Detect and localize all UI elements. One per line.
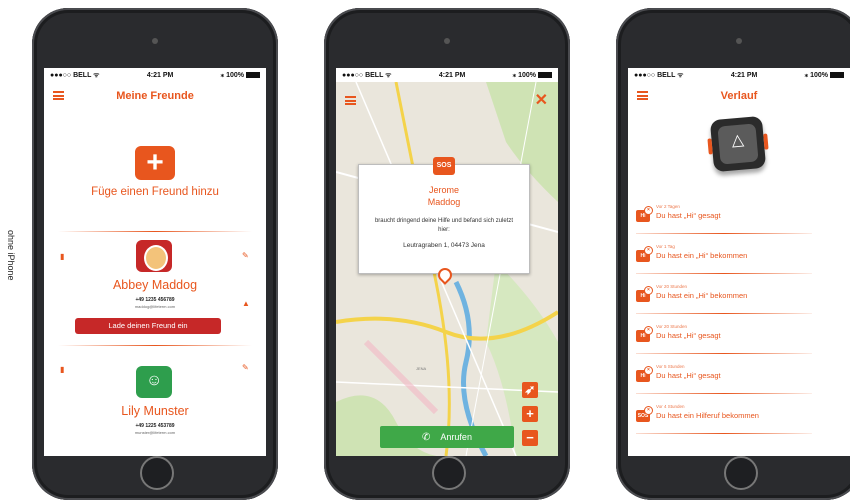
locate-icon[interactable]: ➶ — [522, 382, 538, 398]
history-time: Vor 2 Tagen — [656, 204, 680, 209]
history-text: Du hast ein Hilferuf bekommen — [656, 411, 759, 420]
battery-indicator: ⁎ 100% — [221, 71, 260, 79]
friend-email: maddog@lifeterm.com — [134, 304, 176, 309]
avatar-lily[interactable]: ☺ — [136, 366, 172, 398]
sos-message: braucht dringend deine Hilfe und befand … — [374, 218, 514, 233]
home-button[interactable] — [140, 456, 174, 490]
call-label: Anrufen — [440, 432, 472, 442]
status-bar: ●●●○○ BELL ᯤ 4:21 PM ⁎ 100% — [44, 68, 266, 82]
call-button[interactable]: ✆ Anrufen — [380, 426, 514, 448]
sos-popup: SOS Jerome Maddog braucht dringend deine… — [358, 157, 530, 274]
friend-name: Abbey Maddog — [112, 278, 198, 292]
carrier: ●●●○○ BELL ᯤ — [50, 71, 100, 79]
sos-address: Leutragraben 1, 04473 Jena — [403, 242, 485, 249]
menu-icon[interactable] — [53, 91, 64, 100]
home-button[interactable] — [724, 456, 758, 490]
home-button[interactable] — [432, 456, 466, 490]
person-icon: ☺ — [146, 372, 163, 389]
zoom-out-button[interactable]: − — [522, 430, 538, 446]
clock: 4:21 PM — [438, 71, 466, 79]
history-time: Vor 5 Stunden — [656, 364, 685, 369]
history-time: Vor 1 Tag — [656, 244, 675, 249]
friend-phone: +49 1235 456789 — [135, 297, 175, 303]
battery-icon — [538, 72, 552, 79]
sos-first-name: Jerome — [428, 185, 459, 195]
camera-dot — [736, 38, 742, 44]
friends-screen: ●●●○○ BELL ᯤ 4:21 PM ⁎ 100% Meine Freund… — [44, 68, 266, 456]
history-screen: ●●●○○ BELL ᯤ 4:21 PM ⁎ 100% Verlauf △ Hi… — [628, 68, 850, 456]
sos-badge: SOS — [433, 157, 455, 175]
message-icon: Hi × — [636, 246, 653, 262]
menu-icon[interactable] — [345, 96, 356, 105]
close-icon[interactable]: ✕ — [535, 90, 548, 110]
battery-indicator: ⁎ 100% — [805, 71, 844, 79]
status-bar: ●●●○○ BELL ᯤ 4:21 PM ⁎ 100% — [336, 68, 558, 82]
history-item[interactable]: Hi × Vor 20 Stunden Du hast ein „Hi“ beko… — [636, 278, 842, 316]
divider — [58, 231, 252, 232]
edit-icon[interactable]: ✎ — [242, 252, 250, 260]
battery-indicator: ⁎ 100% — [513, 71, 552, 79]
menu-icon[interactable] — [637, 91, 648, 100]
history-text: Du hast ein „Hi“ bekommen — [656, 291, 748, 300]
history-time: Vor 20 Stunden — [656, 324, 688, 329]
phone-history: ●●●○○ BELL ᯤ 4:21 PM ⁎ 100% Verlauf △ Hi… — [616, 8, 850, 500]
phone-icon: ✆ — [422, 432, 431, 443]
warning-icon: ▲ — [242, 299, 250, 308]
device-image: △ — [707, 115, 769, 173]
edit-icon[interactable]: ✎ — [242, 364, 250, 372]
carrier: ●●●○○ BELL ᯤ — [342, 71, 392, 79]
clock: 4:21 PM — [730, 71, 758, 79]
battery-icon — [830, 72, 844, 79]
add-friend-label[interactable]: Füge einen Freund hinzu — [44, 186, 266, 198]
navbar: Meine Freunde — [44, 82, 266, 110]
phone-friends: ●●●○○ BELL ᯤ 4:21 PM ⁎ 100% Meine Freund… — [32, 8, 278, 500]
message-icon: Hi × — [636, 366, 653, 382]
avatar-abbey[interactable] — [136, 240, 172, 272]
carrier: ●●●○○ BELL ᯤ — [634, 71, 684, 79]
trash-icon[interactable]: ▮ — [60, 253, 68, 261]
history-text: Du hast „Hi“ gesagt — [656, 371, 721, 380]
history-text: Du hast „Hi“ gesagt — [656, 331, 721, 340]
camera-dot — [444, 38, 450, 44]
friend-email: munster@lifeterm.com — [134, 430, 176, 435]
history-item[interactable]: Hi × Vor 20 Stunden Du hast „Hi“ gesagt — [636, 318, 842, 356]
history-text: Du hast „Hi“ gesagt — [656, 211, 721, 220]
battery-icon — [246, 72, 260, 79]
add-friend-button[interactable]: + — [135, 146, 175, 180]
history-time: Vor 4 Stunden — [656, 404, 685, 409]
message-icon: Hi × — [636, 326, 653, 342]
history-item[interactable]: Hi × Vor 5 Stunden Du hast „Hi“ gesagt — [636, 358, 842, 396]
trash-icon[interactable]: ▮ — [60, 366, 68, 374]
history-item[interactable]: SOS × Vor 4 Stunden Du hast ein Hilferuf … — [636, 398, 842, 436]
zoom-in-button[interactable]: + — [522, 406, 538, 422]
friend-name: Lily Munster — [121, 404, 189, 418]
invite-friend-button[interactable]: Lade deinen Freund ein — [75, 318, 221, 334]
side-note: ohne iPhone — [6, 230, 16, 281]
navbar: Verlauf — [628, 82, 850, 110]
message-icon: Hi × — [636, 286, 653, 302]
page-title: Meine Freunde — [116, 90, 194, 102]
sos-icon: SOS × — [636, 406, 653, 422]
sos-last-name: Maddog — [427, 197, 461, 207]
map-city-label: JENA — [416, 366, 427, 371]
history-item[interactable]: Hi × Vor 2 Tagen Du hast „Hi“ gesagt — [636, 198, 842, 236]
history-item[interactable]: Hi × Vor 1 Tag Du hast ein „Hi“ bekommen — [636, 238, 842, 276]
page-title: Verlauf — [720, 90, 758, 102]
status-bar: ●●●○○ BELL ᯤ 4:21 PM ⁎ 100% — [628, 68, 850, 82]
sos-map-screen: ●●●○○ BELL ᯤ 4:21 PM ⁎ 100% ✕ SOS Jerome… — [336, 68, 558, 456]
history-text: Du hast ein „Hi“ bekommen — [656, 251, 748, 260]
message-icon: Hi × — [636, 206, 653, 222]
friend-phone: +49 1225 453789 — [135, 423, 175, 429]
history-time: Vor 20 Stunden — [656, 284, 688, 289]
clock: 4:21 PM — [146, 71, 174, 79]
camera-dot — [152, 38, 158, 44]
divider — [58, 345, 252, 346]
phone-map: ●●●○○ BELL ᯤ 4:21 PM ⁎ 100% ✕ SOS Jerome… — [324, 8, 570, 500]
